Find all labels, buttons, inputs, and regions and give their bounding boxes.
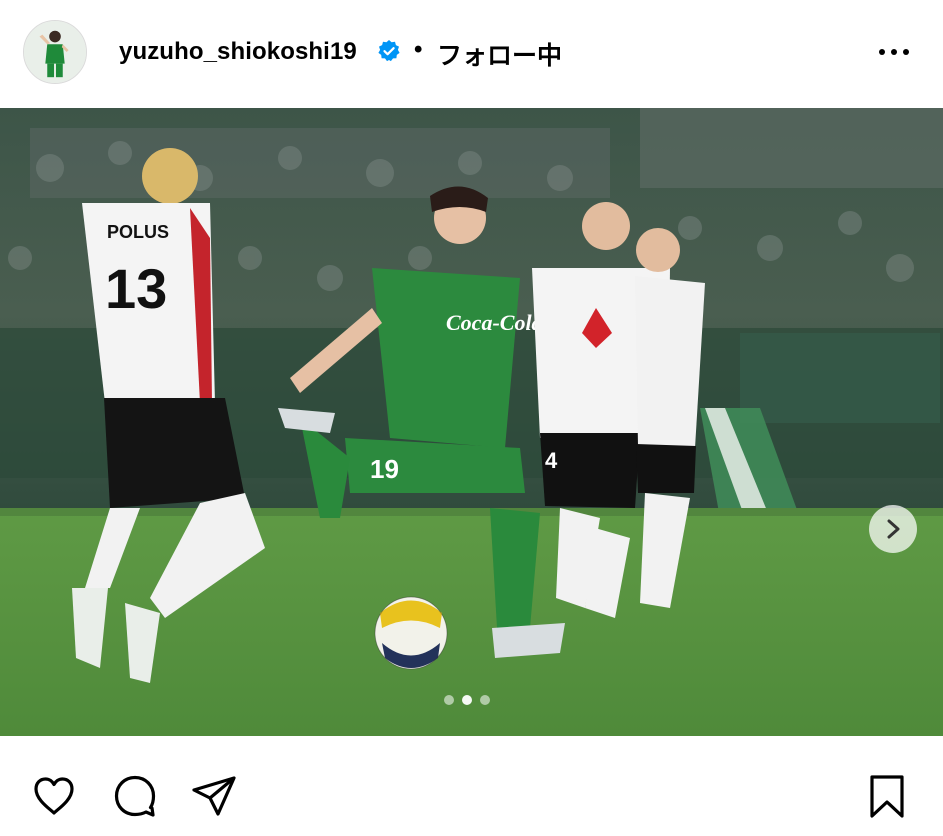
bookmark-icon[interactable] — [864, 772, 912, 820]
more-options-icon[interactable] — [876, 40, 912, 64]
ball — [374, 596, 448, 670]
slide-dot — [444, 695, 454, 705]
svg-text:POLUS: POLUS — [107, 222, 169, 242]
username[interactable]: yuzuho_shiokoshi19 — [119, 38, 357, 66]
heart-icon[interactable] — [30, 772, 78, 820]
slide-dot-active — [462, 695, 472, 705]
slide-dot — [480, 695, 490, 705]
svg-text:Coca-Cola: Coca-Cola — [446, 310, 543, 335]
svg-text:19: 19 — [370, 454, 399, 484]
following-button[interactable]: フォロー中 — [437, 36, 562, 72]
avatar[interactable] — [23, 20, 87, 84]
separator: • — [414, 36, 423, 63]
svg-text:4: 4 — [545, 448, 558, 473]
chevron-right-icon — [887, 519, 900, 539]
comment-bubble-icon[interactable] — [111, 772, 159, 820]
svg-text:13: 13 — [105, 257, 167, 320]
next-slide-button[interactable] — [869, 505, 917, 553]
paper-plane-icon[interactable] — [190, 772, 238, 820]
post-header: yuzuho_shiokoshi19 • フォロー中 — [0, 0, 943, 106]
slide-indicator — [444, 695, 490, 705]
action-bar — [0, 736, 943, 836]
verified-badge-icon — [377, 39, 401, 63]
post-photo[interactable]: POLUS 13 Coca-Cola 19 4 — [0, 108, 943, 736]
